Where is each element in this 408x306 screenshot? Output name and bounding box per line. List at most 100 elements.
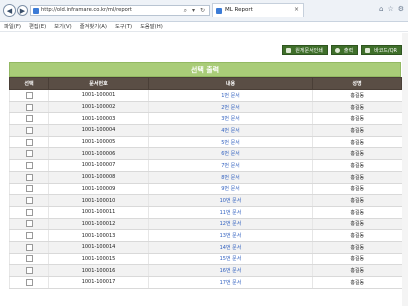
content-link[interactable]: 6번 문서: [148, 147, 313, 161]
refresh-icon[interactable]: ↻: [200, 7, 205, 14]
settings-gear-icon[interactable]: ⚙: [398, 5, 404, 13]
row-checkbox-cell: [9, 183, 49, 196]
menu-favorites[interactable]: 즐겨찾기(A): [80, 22, 107, 31]
menu-edit[interactable]: 편집(E): [29, 22, 46, 31]
row-checkbox-cell: [9, 276, 49, 289]
name-cell: 홍길동: [312, 206, 402, 219]
name-cell: 홍길동: [312, 241, 402, 254]
content-link[interactable]: 4번 문서: [148, 124, 313, 137]
search-icon[interactable]: ⌕: [184, 7, 187, 15]
selection-print-panel: 선택 출력 선택 문서번호 내용 성명 1001-100001 1번 문서 홍길…: [9, 62, 402, 289]
document-table: 선택 문서번호 내용 성명 1001-100001 1번 문서 홍길동 1001-10…: [9, 77, 402, 289]
table-row: 1001-100007 7번 문서 홍길동: [9, 159, 402, 172]
doc-number-cell: 1001-100001: [48, 89, 149, 102]
doc-number-cell: 1001-100005: [48, 136, 149, 149]
row-checkbox[interactable]: [25, 103, 33, 111]
menu-file[interactable]: 파일(F): [4, 22, 21, 31]
back-arrow-icon[interactable]: ◀: [3, 4, 16, 17]
barcode-button[interactable]: 바코드/QR: [361, 45, 402, 55]
doc-number-cell: 1001-100014: [48, 241, 149, 254]
favorites-star-icon[interactable]: ☆: [387, 5, 393, 13]
row-checkbox-cell: [9, 229, 49, 242]
name-cell: 홍길동: [312, 112, 402, 126]
row-checkbox-cell: [9, 147, 49, 161]
tab-title: ML Report: [225, 7, 253, 13]
doc-number-cell: 1001-100010: [48, 194, 149, 207]
table-row: 1001-100008 8번 문서 홍길동: [9, 171, 402, 184]
name-cell: 홍길동: [312, 136, 402, 149]
content-link[interactable]: 1번 문서: [148, 89, 313, 102]
menu-bar: 파일(F) 편집(E) 보기(V) 즐겨찾기(A) 도구(T) 도움말(H): [0, 22, 408, 32]
dropdown-icon[interactable]: ▾: [192, 7, 195, 14]
table-row: 1001-100003 3번 문서 홍길동: [9, 112, 402, 126]
address-url: http://old.inframare.co.kr/ml/report: [41, 7, 132, 13]
row-checkbox-cell: [9, 206, 49, 219]
row-checkbox[interactable]: [25, 91, 33, 99]
table-row: 1001-100015 15번 문서 홍길동: [9, 253, 402, 266]
table-row: 1001-100011 11번 문서 홍길동: [9, 206, 402, 219]
content-link[interactable]: 10번 문서: [148, 194, 313, 207]
home-icon[interactable]: ⌂: [379, 5, 383, 13]
table-row: 1001-100006 6번 문서 홍길동: [9, 147, 402, 161]
table-row: 1001-100010 10번 문서 홍길동: [9, 194, 402, 207]
forward-arrow-icon[interactable]: ▶: [17, 5, 28, 16]
content-link[interactable]: 13번 문서: [148, 229, 313, 242]
row-checkbox[interactable]: [25, 126, 33, 134]
row-checkbox[interactable]: [25, 243, 33, 251]
browser-tab[interactable]: ML Report ×: [212, 3, 304, 17]
content-link[interactable]: 11번 문서: [148, 206, 313, 219]
table-row: 1001-100012 12번 문서 홍길동: [9, 218, 402, 231]
content-link[interactable]: 9번 문서: [148, 183, 313, 196]
print-button[interactable]: 출력: [330, 45, 359, 55]
action-buttons: 원게문서인쇄 출력 바코드/QR: [282, 45, 402, 55]
row-checkbox[interactable]: [25, 185, 33, 193]
name-cell: 홍길동: [312, 147, 402, 161]
content-link[interactable]: 17번 문서: [148, 276, 313, 289]
content-link[interactable]: 14번 문서: [148, 241, 313, 254]
row-checkbox[interactable]: [25, 232, 33, 240]
name-cell: 홍길동: [312, 101, 402, 114]
doc-number-cell: 1001-100015: [48, 253, 149, 266]
barcode-icon: [365, 47, 371, 53]
row-checkbox-cell: [9, 159, 49, 172]
name-cell: 홍길동: [312, 264, 402, 277]
doc-number-cell: 1001-100007: [48, 159, 149, 172]
menu-view[interactable]: 보기(V): [54, 22, 72, 31]
content-link[interactable]: 2번 문서: [148, 101, 313, 114]
header-doc-number: 문서번호: [48, 77, 149, 90]
browser-window: ◀ ▶ http://old.inframare.co.kr/ml/report…: [0, 0, 408, 306]
row-checkbox[interactable]: [25, 150, 33, 158]
row-checkbox[interactable]: [25, 115, 33, 123]
table-row: 1001-100009 9번 문서 홍길동: [9, 183, 402, 196]
address-bar[interactable]: http://old.inframare.co.kr/ml/report ⌕ ▾…: [30, 5, 210, 16]
header-select: 선택: [9, 77, 49, 90]
content-link[interactable]: 8번 문서: [148, 171, 313, 184]
name-cell: 홍길동: [312, 229, 402, 242]
page-scrollbar[interactable]: [402, 33, 408, 306]
row-checkbox[interactable]: [25, 197, 33, 205]
row-checkbox[interactable]: [25, 138, 33, 146]
content-link[interactable]: 12번 문서: [148, 218, 313, 231]
row-checkbox[interactable]: [25, 161, 33, 169]
row-checkbox[interactable]: [25, 267, 33, 275]
row-checkbox[interactable]: [25, 220, 33, 228]
content-link[interactable]: 7번 문서: [148, 159, 313, 172]
row-checkbox[interactable]: [25, 173, 33, 181]
content-link[interactable]: 5번 문서: [148, 136, 313, 149]
content-link[interactable]: 16번 문서: [148, 264, 313, 277]
row-checkbox[interactable]: [25, 255, 33, 263]
content-link[interactable]: 3번 문서: [148, 112, 313, 126]
print-original-button[interactable]: 원게문서인쇄: [282, 45, 328, 55]
doc-number-cell: 1001-100004: [48, 124, 149, 137]
menu-help[interactable]: 도움말(H): [140, 22, 163, 31]
row-checkbox[interactable]: [25, 278, 33, 286]
page-content: 원게문서인쇄 출력 바코드/QR 선택 출력 선택 문서번호 내용 성명 100…: [0, 33, 408, 306]
row-checkbox[interactable]: [25, 208, 33, 216]
menu-tools[interactable]: 도구(T): [115, 22, 132, 31]
doc-number-cell: 1001-100008: [48, 171, 149, 184]
content-link[interactable]: 15번 문서: [148, 253, 313, 266]
table-row: 1001-100001 1번 문서 홍길동: [9, 89, 402, 102]
printer-icon: [286, 47, 292, 53]
close-tab-icon[interactable]: ×: [294, 6, 299, 13]
table-row: 1001-100013 13번 문서 홍길동: [9, 229, 402, 242]
